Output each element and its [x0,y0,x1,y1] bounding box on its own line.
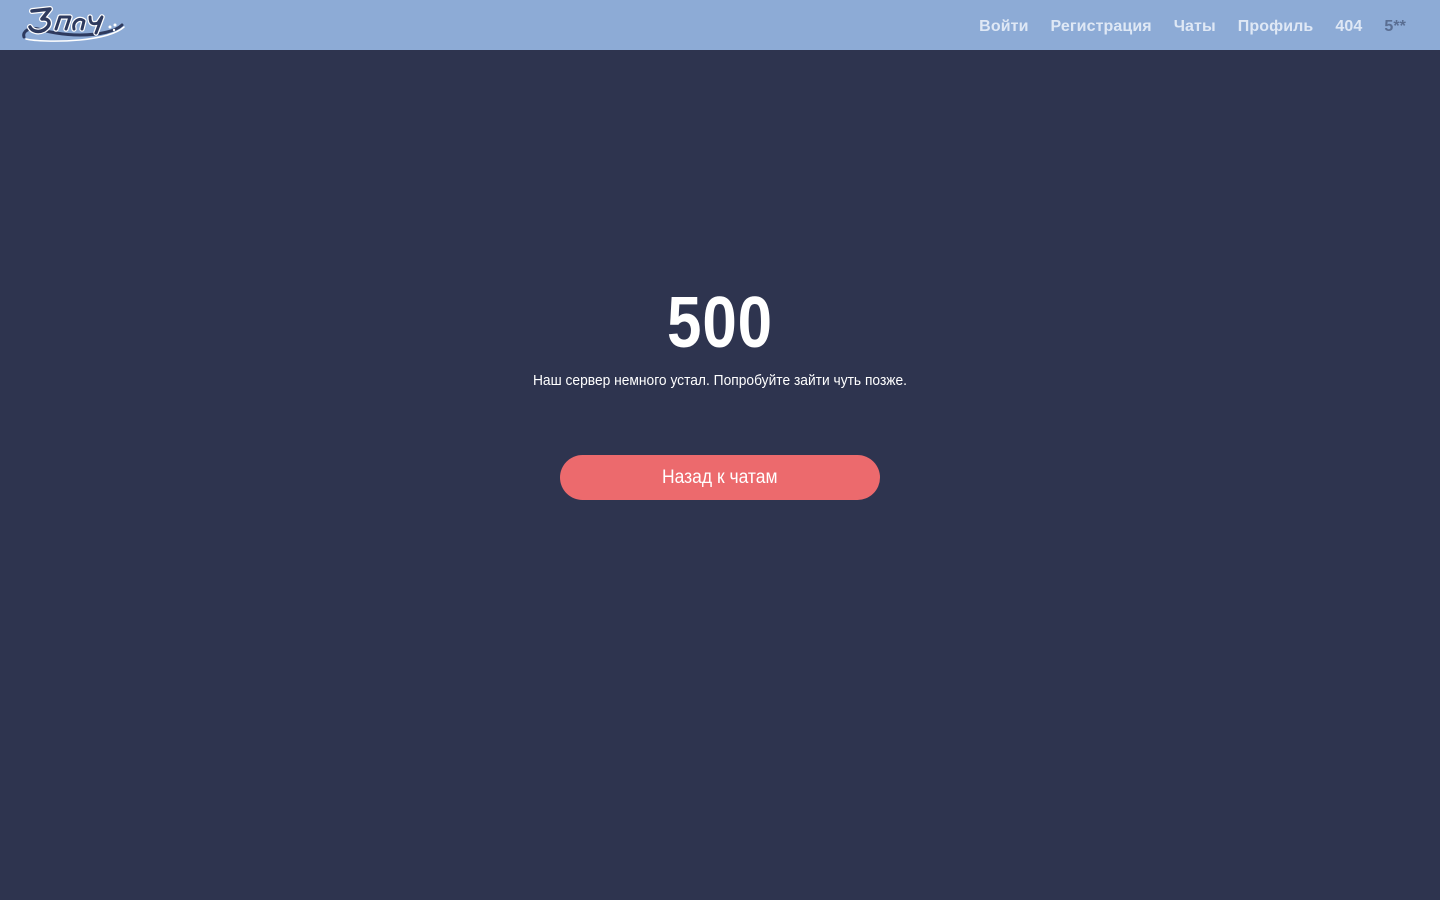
error-page-content: 500 Наш сервер немного устал. Попробуйте… [0,50,1440,900]
nav-login-link[interactable]: Войти [979,0,1028,52]
nav-chats-link[interactable]: Чаты [1174,0,1216,52]
site-logo[interactable] [20,5,126,43]
back-to-chats-button[interactable]: Назад к чатам [560,455,880,500]
nav-5xx-link[interactable]: 5** [1384,0,1406,52]
nav-register-link[interactable]: Регистрация [1051,0,1152,52]
back-to-chats-button-label: Назад к чатам [662,467,778,488]
nav-profile-link[interactable]: Профиль [1238,0,1314,52]
nav-404-link[interactable]: 404 [1335,0,1362,52]
error-code: 500 [667,283,773,363]
main-nav: Войти Регистрация Чаты Профиль 404 5** [979,0,1406,50]
top-navigation-bar: Войти Регистрация Чаты Профиль 404 5** [0,0,1440,50]
logo-icon [22,6,125,42]
error-message: Наш сервер немного устал. Попробуйте зай… [532,372,908,389]
